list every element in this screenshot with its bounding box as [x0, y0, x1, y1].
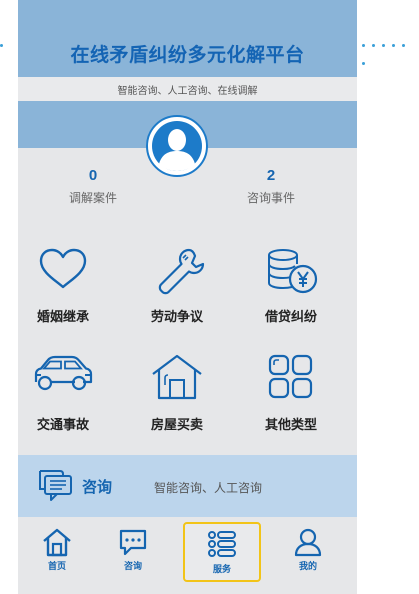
- list-icon: [208, 531, 236, 557]
- house-icon: [152, 354, 202, 400]
- decorative-dots-left: [0, 44, 12, 48]
- consult-description: 智能咨询、人工咨询: [154, 481, 263, 495]
- decorative-dots-right: [362, 44, 419, 65]
- tab-services[interactable]: 服务: [183, 522, 261, 582]
- user-icon: [294, 528, 322, 557]
- avatar[interactable]: [146, 115, 208, 177]
- subtitle-bar: 智能咨询、人工咨询、在线调解: [18, 77, 357, 101]
- category-other[interactable]: 其他类型: [246, 352, 336, 432]
- app-title: 在线矛盾纠纷多元化解平台: [70, 45, 305, 66]
- bottom-tab-bar: 首页 咨询 服务 我的: [18, 517, 357, 594]
- stat-consult-events[interactable]: 2 咨询事件: [231, 167, 311, 206]
- tab-label: 我的: [298, 561, 317, 571]
- coins-yen-icon: [268, 249, 318, 294]
- app-screen: 在线矛盾纠纷多元化解平台 智能咨询、人工咨询、在线调解 0 调解案件 2 咨询事…: [18, 0, 357, 594]
- consult-label: 咨询: [82, 479, 113, 496]
- wrench-icon: [158, 248, 205, 295]
- stat-label: 咨询事件: [246, 191, 295, 205]
- category-label: 借贷纠纷: [264, 309, 317, 324]
- category-label: 房屋买卖: [150, 417, 203, 432]
- category-marriage-inheritance[interactable]: 婚姻继承: [18, 246, 108, 326]
- message-icon: [119, 529, 147, 556]
- category-traffic-accident[interactable]: 交通事故: [18, 352, 108, 432]
- tab-label: 首页: [47, 561, 66, 571]
- person-silhouette-icon: [152, 121, 202, 171]
- car-icon: [34, 355, 93, 391]
- stat-value: 0: [88, 167, 98, 184]
- tab-profile[interactable]: 我的: [273, 527, 343, 572]
- grid-icon: [268, 354, 313, 399]
- category-label: 婚姻继承: [36, 309, 89, 324]
- header: 在线矛盾纠纷多元化解平台: [18, 0, 357, 77]
- tab-home[interactable]: 首页: [22, 527, 92, 572]
- heart-icon: [39, 248, 87, 289]
- tab-label: 服务: [212, 564, 231, 574]
- stat-value: 2: [266, 167, 276, 184]
- category-loan-dispute[interactable]: 借贷纠纷: [246, 246, 336, 326]
- home-icon: [43, 528, 71, 557]
- category-labor-dispute[interactable]: 劳动争议: [132, 246, 222, 326]
- category-house-sale[interactable]: 房屋买卖: [132, 352, 222, 432]
- stat-mediation-cases[interactable]: 0 调解案件: [53, 167, 133, 206]
- tab-consult[interactable]: 咨询: [98, 527, 168, 572]
- tab-label: 咨询: [123, 561, 142, 571]
- category-label: 其他类型: [264, 417, 317, 432]
- consult-banner[interactable]: 咨询 智能咨询、人工咨询: [18, 455, 357, 517]
- chat-icon: [39, 470, 72, 501]
- category-label: 劳动争议: [150, 309, 203, 324]
- app-subtitle: 智能咨询、人工咨询、在线调解: [117, 86, 258, 97]
- category-label: 交通事故: [36, 417, 89, 432]
- stat-label: 调解案件: [68, 191, 117, 205]
